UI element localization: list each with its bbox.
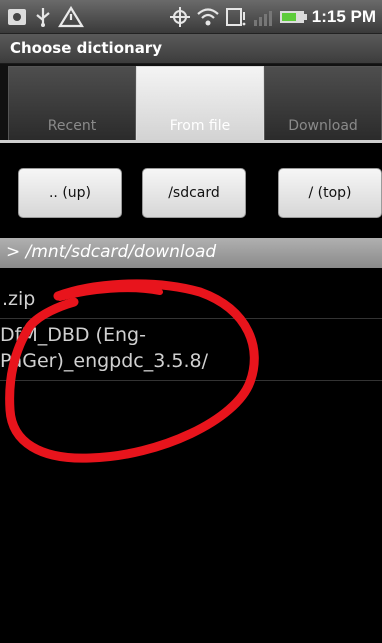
- signal-icon: [254, 11, 272, 26]
- dialog-title-bar: Choose dictionary: [0, 34, 382, 64]
- usb-icon: [36, 8, 50, 27]
- gps-icon: [170, 7, 190, 27]
- tab-from-file-label: From file: [169, 118, 231, 134]
- tab-recent-label: Recent: [47, 118, 97, 134]
- dialog-title: Choose dictionary: [10, 39, 162, 57]
- current-path: > /mnt/sdcard/download: [6, 242, 217, 262]
- path-bar: > /mnt/sdcard/download: [0, 238, 382, 268]
- wifi-icon: [197, 8, 219, 26]
- tab-download[interactable]: Download: [264, 66, 382, 142]
- status-bar: 1:15 PM: [0, 0, 382, 34]
- tab-from-file[interactable]: From file: [136, 66, 264, 142]
- tab-download-label: Download: [288, 118, 358, 134]
- warning-icon: [58, 6, 84, 28]
- status-time: 1:15 PM: [311, 7, 376, 26]
- tab-bar: Recent From file Download: [0, 64, 382, 142]
- tab-recent[interactable]: Recent: [8, 66, 136, 142]
- top-button[interactable]: / (top): [278, 168, 382, 218]
- up-button[interactable]: .. (up): [18, 168, 122, 218]
- red-annotation-circle: [5, 279, 259, 463]
- sdcard-button[interactable]: /sdcard: [142, 168, 246, 218]
- tab-underline: [0, 140, 382, 143]
- screenshot-icon: [8, 9, 26, 25]
- notification-icon: [226, 8, 246, 26]
- battery-icon: [280, 11, 307, 23]
